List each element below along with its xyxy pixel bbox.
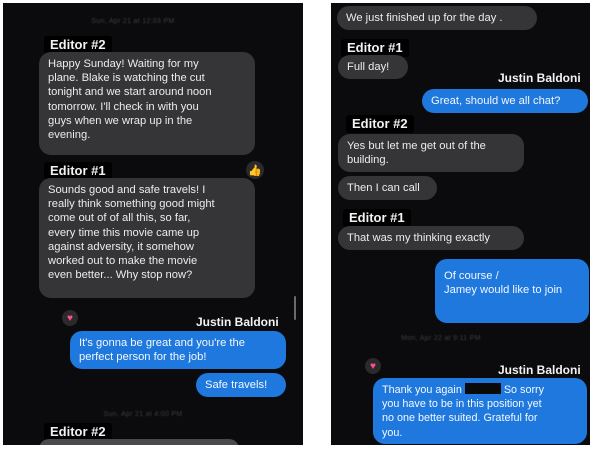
heart-reaction-icon: ♥ — [62, 310, 78, 326]
message-bubble-incoming[interactable]: That was my thinking exactly — [338, 226, 524, 250]
scrollbar-thumb[interactable] — [294, 296, 296, 320]
timestamp: Sun, Apr 21 at 12:03 PM — [91, 18, 175, 25]
left-chat-panel: Sun, Apr 21 at 12:03 PM Editor #2 Happy … — [3, 3, 303, 445]
sender-label-justin-baldoni: Justin Baldoni — [498, 363, 581, 377]
message-bubble-incoming[interactable]: Sounds good and safe travels! I really t… — [39, 178, 255, 298]
message-bubble-outgoing[interactable]: Great, should we all chat? — [422, 89, 588, 113]
sender-label-justin-baldoni: Justin Baldoni — [196, 315, 279, 329]
sender-label-editor-2: Editor #2 — [346, 115, 414, 133]
redaction-block — [464, 383, 501, 394]
right-chat-panel: We just finished up for the day . Editor… — [331, 3, 590, 445]
heart-reaction-icon: ♥ — [365, 358, 381, 374]
message-bubble-outgoing[interactable]: Safe travels! — [196, 373, 286, 397]
message-bubble-incoming[interactable]: Full day! — [338, 55, 408, 79]
message-bubble-incoming-partial[interactable] — [39, 439, 239, 445]
sender-label-justin-baldoni: Justin Baldoni — [498, 71, 581, 85]
timestamp: Mon, Apr 22 at 9:11 PM — [401, 335, 481, 342]
message-bubble-incoming[interactable]: Yes but let me get out of the building. — [338, 134, 524, 172]
message-text: Thank you again — [382, 384, 465, 396]
message-bubble-outgoing[interactable]: Of course / Jamey would like to join — [435, 259, 589, 323]
message-bubble-incoming[interactable]: Happy Sunday! Waiting for my plane. Blak… — [39, 52, 255, 155]
thumbs-up-reaction-icon: 👍 — [246, 161, 264, 179]
message-bubble-outgoing[interactable]: Thank you again So sorry you have to be … — [373, 378, 587, 444]
message-bubble-incoming[interactable]: Then I can call — [338, 176, 437, 200]
sender-label-editor-1: Editor #1 — [343, 209, 411, 227]
message-bubble-outgoing[interactable]: It's gonna be great and you're the perfe… — [70, 331, 286, 369]
timestamp: Sun, Apr 21 at 4:00 PM — [103, 411, 183, 418]
message-bubble-incoming[interactable]: We just finished up for the day . — [337, 6, 537, 30]
